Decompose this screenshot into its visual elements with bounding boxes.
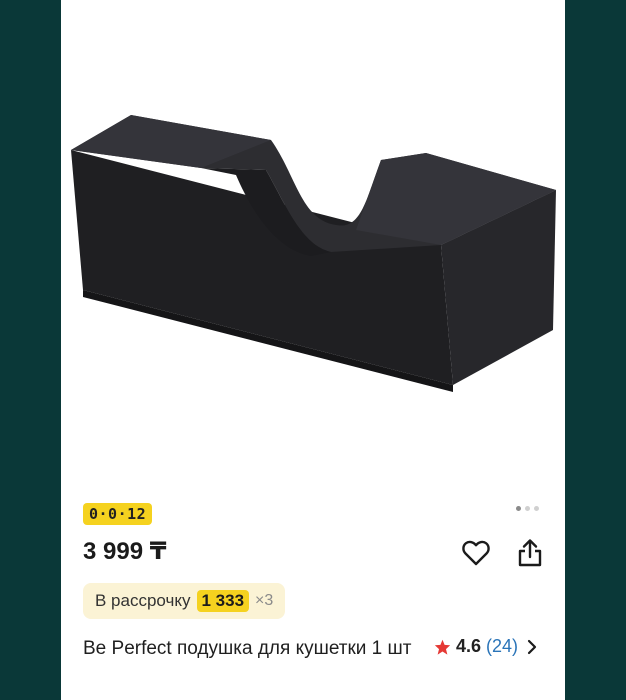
rating-value: 4.6 xyxy=(455,636,481,656)
pillow-image xyxy=(71,115,556,392)
gallery-dot[interactable] xyxy=(534,506,539,511)
promo-badge: 0·0·12 xyxy=(83,503,153,525)
share-icon xyxy=(518,539,542,567)
gallery-dot[interactable] xyxy=(516,506,521,511)
chevron-right-icon xyxy=(527,639,537,654)
share-button[interactable] xyxy=(515,538,545,568)
gallery-dot[interactable] xyxy=(525,506,530,511)
star-icon xyxy=(434,639,451,655)
right-backdrop xyxy=(565,0,626,700)
product-actions xyxy=(461,538,545,568)
favorite-button[interactable] xyxy=(461,538,491,568)
installment-label: В рассрочку xyxy=(95,591,191,610)
installment-multiplier: ×3 xyxy=(255,592,274,609)
product-price: 3 999 ₸ xyxy=(83,538,167,565)
left-backdrop xyxy=(0,0,61,700)
review-count: (24) xyxy=(485,636,518,656)
product-image[interactable] xyxy=(61,0,565,490)
heart-icon xyxy=(462,540,490,566)
product-card: 0·0·12 3 999 ₸ В рассрочку 1 333 ×3 Be P… xyxy=(61,0,565,700)
installment-option[interactable]: В рассрочку 1 333 ×3 xyxy=(83,583,286,619)
installment-amount: 1 333 xyxy=(196,590,250,612)
gallery-pagination xyxy=(516,506,539,511)
product-title: Be Perfect подушка для кушетки 1 шт xyxy=(83,638,412,659)
rating-link[interactable]: 4.6 (24) xyxy=(434,636,537,657)
